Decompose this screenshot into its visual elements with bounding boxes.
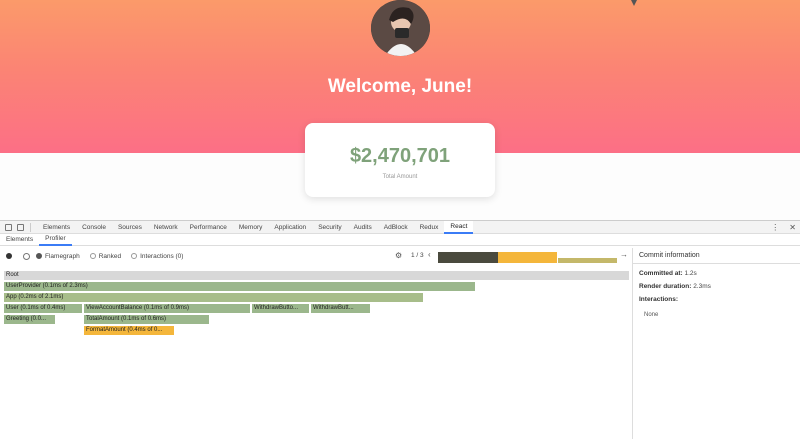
flame-node-withdrawbutton[interactable]: WithdrawButt... <box>311 304 371 313</box>
user-avatar <box>371 0 430 56</box>
flame-node-userprovider[interactable]: UserProvider (0.1ms of 2.3ms) <box>4 282 476 291</box>
tab-audits[interactable]: Audits <box>348 221 378 234</box>
render-duration-row: Render duration: 2.3ms <box>633 283 800 290</box>
tab-react[interactable]: React <box>444 220 474 234</box>
devtools-window-controls: ⋮ ✕ <box>771 221 796 234</box>
interactions-row: Interactions: <box>633 296 800 303</box>
interactions-radio[interactable] <box>131 253 138 259</box>
commit-bar[interactable] <box>558 258 617 263</box>
tab-memory[interactable]: Memory <box>233 221 268 234</box>
tab-application[interactable]: Application <box>268 221 312 234</box>
subtab-elements[interactable]: Elements <box>0 234 39 246</box>
flame-node-withdrawbutton[interactable]: WithdrawButto... <box>252 304 310 313</box>
tab-performance[interactable]: Performance <box>184 221 233 234</box>
render-duration-value: 2.3ms <box>693 283 711 290</box>
tab-adblock[interactable]: AdBlock <box>378 221 414 234</box>
inspect-icon[interactable] <box>5 223 12 231</box>
mouse-cursor-icon <box>631 0 637 6</box>
close-icon[interactable]: ✕ <box>789 221 796 234</box>
commit-bar[interactable] <box>438 252 498 263</box>
interactions-label: Interactions: <box>639 296 679 303</box>
commit-counter: 1 / 3 <box>411 252 424 259</box>
tab-elements[interactable]: Elements <box>37 221 76 234</box>
react-subtabs: Elements Profiler <box>0 234 800 246</box>
ranked-label[interactable]: Ranked <box>99 253 121 260</box>
render-duration-label: Render duration: <box>639 283 692 290</box>
interactions-value: None <box>644 312 659 318</box>
committed-at-value: 1.2s <box>684 270 697 277</box>
devtools-panel: Elements Console Sources Network Perform… <box>0 220 800 439</box>
record-icon[interactable] <box>6 253 12 259</box>
flamegraph-radio[interactable] <box>36 253 42 259</box>
flame-node-user[interactable]: User (0.1ms of 0.4ms) <box>4 304 83 313</box>
tab-console[interactable]: Console <box>76 221 112 234</box>
settings-gear-icon[interactable]: ⚙ <box>395 251 402 260</box>
tab-sources[interactable]: Sources <box>112 221 148 234</box>
tab-network[interactable]: Network <box>148 221 184 234</box>
flame-node-formatamount[interactable]: FormatAmount (0.4ms of 0... <box>84 326 175 335</box>
commit-information-panel: Commit information Committed at: 1.2s Re… <box>632 248 800 439</box>
flame-node-viewaccountbalance[interactable]: ViewAccountBalance (0.1ms of 0.9ms) <box>84 304 251 313</box>
subtab-profiler[interactable]: Profiler <box>39 234 72 246</box>
flame-node-root[interactable]: Root <box>4 271 630 280</box>
tabbar-divider <box>30 222 31 232</box>
total-amount-value: $2,470,701 <box>349 145 451 167</box>
welcome-heading: Welcome, June! <box>327 76 473 97</box>
devtools-tabbar: Elements Console Sources Network Perform… <box>0 220 800 234</box>
interactions-label[interactable]: Interactions (0) <box>140 253 183 260</box>
app-preview: Welcome, June! $2,470,701 Total Amount <box>0 0 800 220</box>
committed-at-row: Committed at: 1.2s <box>633 270 800 277</box>
flame-node-greeting[interactable]: Greeting (0.0... <box>4 315 56 324</box>
prev-commit-icon[interactable]: ‹ <box>428 250 431 259</box>
flamegraph-label[interactable]: Flamegraph <box>45 253 80 260</box>
commit-info-title: Commit information <box>633 248 800 264</box>
tab-redux[interactable]: Redux <box>414 221 445 234</box>
device-toggle-icon[interactable] <box>17 223 24 231</box>
committed-at-label: Committed at: <box>639 270 683 277</box>
next-commit-icon[interactable]: → <box>620 250 628 259</box>
total-amount-label: Total Amount <box>382 174 418 180</box>
flame-node-totalamount[interactable]: TotalAmount (0.1ms of 0.6ms) <box>84 315 210 324</box>
profiler-toolbar: Flamegraph Ranked Interactions (0) ⚙ 1 /… <box>0 248 632 264</box>
ranked-radio[interactable] <box>89 253 96 259</box>
total-amount-card: $2,470,701 Total Amount <box>305 123 495 197</box>
flamegraph: Root UserProvider (0.1ms of 2.3ms) App (… <box>4 271 630 371</box>
tab-security[interactable]: Security <box>312 221 347 234</box>
flame-node-app[interactable]: App (0.2ms of 2.1ms) <box>4 293 424 302</box>
commit-bar[interactable] <box>498 252 557 263</box>
reload-profile-icon[interactable] <box>23 252 30 260</box>
more-menu-icon[interactable]: ⋮ <box>771 221 779 234</box>
commit-selector[interactable] <box>438 252 618 263</box>
